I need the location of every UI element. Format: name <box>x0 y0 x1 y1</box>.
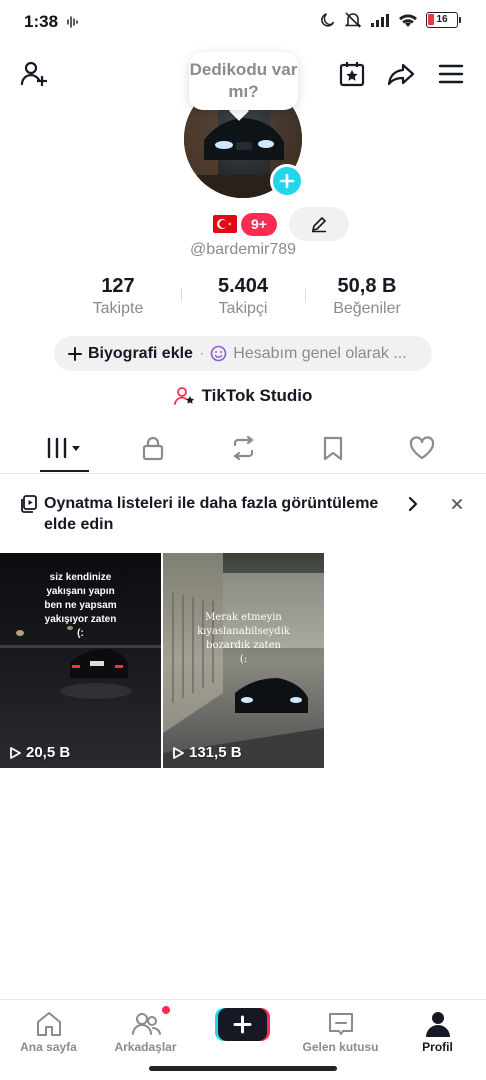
status-bar: 1:38 16 <box>0 0 486 46</box>
nav-friends-label: Arkadaşlar <box>114 1040 177 1054</box>
inbox-icon <box>328 1013 353 1035</box>
likes-count: 50,8 B <box>337 275 397 297</box>
following-count: 127 <box>101 275 135 297</box>
bio-separator: · <box>198 344 205 362</box>
view-count-text: 20,5 B <box>26 744 71 761</box>
bio-pill[interactable]: Biyografi ekle · Hesabım genel olarak ..… <box>54 336 432 371</box>
status-time: 1:38 <box>24 12 59 31</box>
banner-text: Oynatma listeleri ile daha fazla görüntü… <box>44 495 379 533</box>
username: @bardemir789 <box>189 241 297 258</box>
followers-label: Takipçi <box>218 300 268 317</box>
privacy-text[interactable]: Hesabım genel olarak ... <box>233 345 406 363</box>
stat-divider <box>181 288 182 302</box>
bubble-text: Dedikodu var mı? <box>189 60 298 101</box>
add-user-icon <box>20 61 47 86</box>
menu-button[interactable] <box>433 56 469 92</box>
studio-label: TikTok Studio <box>201 386 313 405</box>
tab-videos[interactable] <box>16 424 113 472</box>
moon-icon <box>321 13 335 27</box>
view-count: 20,5 B <box>8 744 70 761</box>
nav-profile-label: Profil <box>422 1040 453 1054</box>
status-icons: 16 <box>320 12 461 28</box>
nav-profile[interactable]: Profil <box>389 1008 486 1054</box>
share-arrow-icon <box>387 63 415 86</box>
add-story-button[interactable] <box>270 164 304 198</box>
home-indicator[interactable] <box>149 1066 337 1071</box>
video-thumbnail[interactable]: siz kendinize yakışanı yapın ben ne yaps… <box>0 553 161 768</box>
smiley-icon <box>210 345 227 362</box>
plus-icon <box>68 346 82 361</box>
repost-icon <box>233 435 253 461</box>
profile-icon <box>425 1012 450 1037</box>
video-caption: Merak etmeyin kıyaslanabilseydik bozardı… <box>197 612 290 665</box>
content-tabs <box>0 424 486 474</box>
heart-icon <box>409 436 434 460</box>
status-bubble[interactable]: Dedikodu var mı? <box>189 52 298 110</box>
lock-icon <box>142 436 163 461</box>
battery-indicator: 16 <box>426 12 461 28</box>
signal-icon <box>371 14 389 27</box>
followers-stat[interactable]: 5.404 Takipçi <box>193 275 293 318</box>
active-tab-indicator <box>40 470 89 472</box>
play-icon <box>173 746 184 759</box>
wifi-icon <box>399 13 417 27</box>
followers-count: 5.404 <box>217 275 269 297</box>
close-icon[interactable] <box>450 497 464 511</box>
video-caption: siz kendinize yakışanı yapın ben ne yaps… <box>44 572 117 639</box>
chevron-right-icon[interactable] <box>406 496 420 512</box>
battery-level: 16 <box>436 14 448 25</box>
edit-profile-button[interactable] <box>289 207 349 241</box>
tiktok-studio-link[interactable]: TikTok Studio <box>0 386 486 406</box>
bookmark-icon <box>323 436 342 461</box>
notification-badge[interactable]: 9+ <box>241 213 277 236</box>
create-plus-icon <box>215 1008 270 1041</box>
friends-icon <box>131 1013 161 1035</box>
calendar-button[interactable] <box>334 56 370 92</box>
view-count-text: 131,5 B <box>189 744 242 761</box>
video-thumbnail[interactable]: Merak etmeyin kıyaslanabilseydik bozardı… <box>163 553 324 768</box>
following-stat[interactable]: 127 Takipte <box>68 275 168 318</box>
friends-notification-dot <box>161 1005 171 1015</box>
create-button[interactable] <box>215 1008 270 1041</box>
tab-liked[interactable] <box>373 424 470 472</box>
studio-user-star-icon <box>173 387 194 405</box>
tab-private[interactable] <box>104 424 201 472</box>
tab-favorites[interactable] <box>284 424 381 472</box>
grid-columns-icon <box>47 437 80 459</box>
home-icon <box>36 1012 61 1036</box>
bell-muted-icon <box>344 12 362 28</box>
likes-stat[interactable]: 50,8 B Beğeniler <box>317 275 417 318</box>
following-label: Takipte <box>92 300 144 317</box>
nav-inbox[interactable]: Gelen kutusu <box>292 1008 389 1054</box>
nav-home[interactable]: Ana sayfa <box>0 1008 97 1054</box>
view-count: 131,5 B <box>171 744 242 761</box>
calendar-star-icon <box>339 62 365 87</box>
plus-icon <box>279 173 295 189</box>
audio-wave-icon <box>67 16 78 28</box>
playlist-icon <box>21 495 37 513</box>
likes-label: Beğeniler <box>333 300 401 317</box>
nav-friends[interactable]: Arkadaşlar <box>97 1005 194 1054</box>
pencil-icon <box>312 217 326 233</box>
add-bio-label[interactable]: Biyografi ekle <box>88 345 193 363</box>
turkey-flag-icon <box>213 215 237 233</box>
add-friend-button[interactable] <box>16 56 52 92</box>
hamburger-icon <box>438 64 464 84</box>
nav-inbox-label: Gelen kutusu <box>302 1040 379 1054</box>
play-icon <box>10 746 21 759</box>
stat-divider <box>305 288 306 302</box>
share-profile-button[interactable] <box>383 56 419 92</box>
tab-reposts[interactable] <box>194 424 291 472</box>
nav-home-label: Ana sayfa <box>20 1040 77 1054</box>
